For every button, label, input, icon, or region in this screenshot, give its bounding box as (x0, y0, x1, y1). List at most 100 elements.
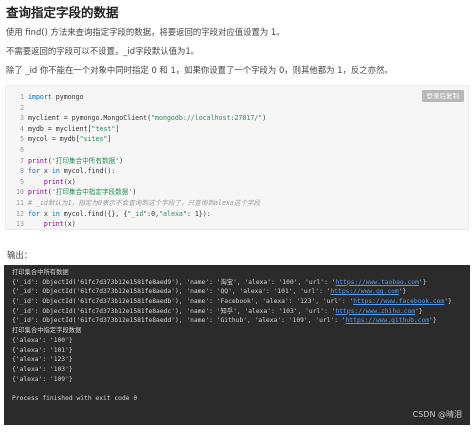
terminal-text: '} (415, 307, 423, 315)
terminal-text: '} (429, 317, 437, 325)
line-number: 13 (16, 220, 24, 229)
terminal-text: {'alexa': '103'} (12, 365, 73, 373)
code-text: # _id默认为1，指定为0表示不会查询到这个字段了，只查询到alexa这个字段 (28, 198, 260, 209)
terminal-line: {'_id': ObjectId('61fc7d373b12e1581fe8ae… (12, 307, 470, 317)
code-block: 登录后复制 1 import pymongo 2 3 myclient = pymong… (5, 85, 469, 230)
terminal-text: '} (398, 288, 407, 296)
code-token: : 1}): (186, 209, 211, 218)
code-token: '打印集合中所有数据' (51, 156, 120, 165)
code-token: "sites" (79, 135, 108, 144)
terminal-lines: 打印集合中所有数据 {'_id': ObjectId('61fc7d373b12e… (12, 268, 470, 404)
terminal-line: {'alexa': '109'} (12, 375, 470, 385)
terminal-text: {'alexa': '109'} (12, 375, 73, 383)
code-token: import (28, 93, 52, 101)
code-line: 1 import pymongo (10, 92, 468, 103)
line-number: 9 (20, 177, 24, 186)
terminal-line: 打印集合中指定字段数据 (12, 326, 470, 336)
terminal-line: {'alexa': '101'} (12, 346, 470, 356)
code-line: 11 # _id默认为1，指定为0表示不会查询到这个字段了，只查询到alexa这个… (10, 198, 468, 209)
description-paragraph: 除了 _id 你不能在一个对象中同时指定 0 和 1，如果你设置了一个字段为 0… (6, 65, 393, 75)
line-number: 7 (20, 156, 24, 165)
terminal-text: '} (418, 278, 427, 286)
code-token: ) (132, 188, 137, 197)
terminal-text: {'_id': ObjectId('61fc7d373b12e1581fe8ae… (12, 307, 336, 315)
code-token: print (28, 188, 48, 197)
code-token: :0, (147, 209, 160, 218)
code-text: print('打印集合中指定字段数据') (28, 187, 136, 198)
code-token: pymongo (51, 93, 84, 101)
code-line: 13 print(x) (10, 219, 468, 230)
code-token: for (28, 209, 40, 218)
code-text: print(x) (28, 177, 76, 188)
code-text: mycol = mydb["sites"] (28, 134, 111, 145)
code-token: print (43, 220, 64, 229)
terminal-line: {'_id': ObjectId('61fc7d373b12e1581fe8ae… (12, 316, 470, 326)
terminal-text: {'alexa': '100'} (12, 336, 73, 344)
description-paragraph: 不需要返回的字段可以不设置，_id字段默认值为1。 (6, 46, 200, 56)
line-number: 5 (20, 135, 24, 144)
code-token: ) (119, 156, 124, 165)
terminal-line: {'_id': ObjectId('61fc7d373b12e1581fe8ae… (12, 287, 470, 297)
code-line: 4 mydb = myclient["test"] (10, 124, 468, 135)
code-text: mydb = myclient["test"] (28, 124, 119, 135)
code-token: # _id默认为1，指定为0表示不会查询到这个字段了，只查询到alexa这个字段 (28, 198, 261, 207)
code-text: myclient = pymongo.MongoClient("mongodb:… (28, 113, 266, 124)
code-token: mycol.find({}, { (59, 209, 128, 218)
url-link[interactable]: https://www.facebook.com (353, 298, 444, 305)
code-token: ) (262, 114, 267, 123)
line-number: 1 (20, 93, 24, 101)
code-text: import pymongo (28, 92, 84, 103)
url-link[interactable]: https://www.qq.com (330, 288, 398, 295)
terminal-text: Process finished with exit code 0 (12, 394, 138, 402)
line-number: 12 (16, 209, 24, 218)
code-token: mydb = myclient[ (28, 124, 92, 133)
code-line: 7 print('打印集合中所有数据') (10, 156, 468, 167)
code-line: 8 for x in mycol.find(): (10, 166, 468, 177)
line-number: 10 (16, 188, 24, 197)
terminal-text: 打印集合中所有数据 (12, 269, 69, 276)
description-paragraph: 使用 find() 方法来查询指定字段的数据，将要返回的字段对应值设置为 1。 (6, 27, 285, 37)
code-token: "test" (91, 124, 116, 133)
code-token: print (43, 177, 64, 186)
watermark: CSDN @晴泪 (412, 410, 462, 420)
code-text: print('打印集合中所有数据') (28, 156, 123, 167)
code-line: 10 print('打印集合中指定字段数据') (10, 187, 468, 198)
terminal-text: {'_id': ObjectId('61fc7d373b12e1581fe8ae… (12, 278, 336, 286)
code-token: in (51, 167, 60, 176)
terminal-line: {'alexa': '103'} (12, 365, 470, 375)
line-number: 3 (20, 114, 24, 123)
line-number: 2 (20, 103, 24, 112)
terminal-text: '} (444, 298, 452, 306)
terminal-line: {'_id': ObjectId('61fc7d373b12e1581fe8ae… (12, 278, 470, 288)
code-token: x (39, 167, 52, 176)
code-line: 5 mycol = mydb["sites"] (10, 134, 468, 145)
url-link[interactable]: https://www.taobao.com (335, 279, 418, 286)
line-number: 6 (20, 145, 24, 154)
url-link[interactable]: https://www.github.com (346, 317, 429, 324)
code-token: (x) (63, 177, 76, 186)
terminal-line: {'alexa': '100'} (12, 336, 470, 346)
terminal-text: {'alexa': '101'} (12, 346, 73, 354)
code-line: 2 (10, 103, 468, 114)
code-token: mycol = mydb[ (28, 135, 80, 144)
code-token: "_id" (127, 209, 148, 218)
code-line: 3 myclient = pymongo.MongoClient("mongodb… (10, 113, 468, 124)
terminal-line: {'_id': ObjectId('61fc7d373b12e1581fe8ae… (12, 297, 470, 307)
line-number: 11 (16, 198, 24, 207)
code-token: in (51, 209, 60, 218)
code-token: ] (115, 124, 120, 133)
output-label: 输出： (7, 250, 33, 260)
line-number: 4 (20, 124, 24, 133)
terminal-text: 打印集合中指定字段数据 (12, 327, 82, 335)
code-text: print(x) (28, 219, 76, 230)
code-token: "mongodb://localhost:27017/" (151, 114, 263, 123)
code-token: for (28, 167, 40, 176)
code-token: '打印集合中指定字段数据' (51, 188, 133, 197)
code-token: (x) (63, 220, 76, 229)
code-token: x (39, 209, 52, 218)
url-link[interactable]: https://www.zhihu.com (335, 308, 415, 315)
terminal-line: Process finished with exit code 0 (12, 394, 470, 404)
